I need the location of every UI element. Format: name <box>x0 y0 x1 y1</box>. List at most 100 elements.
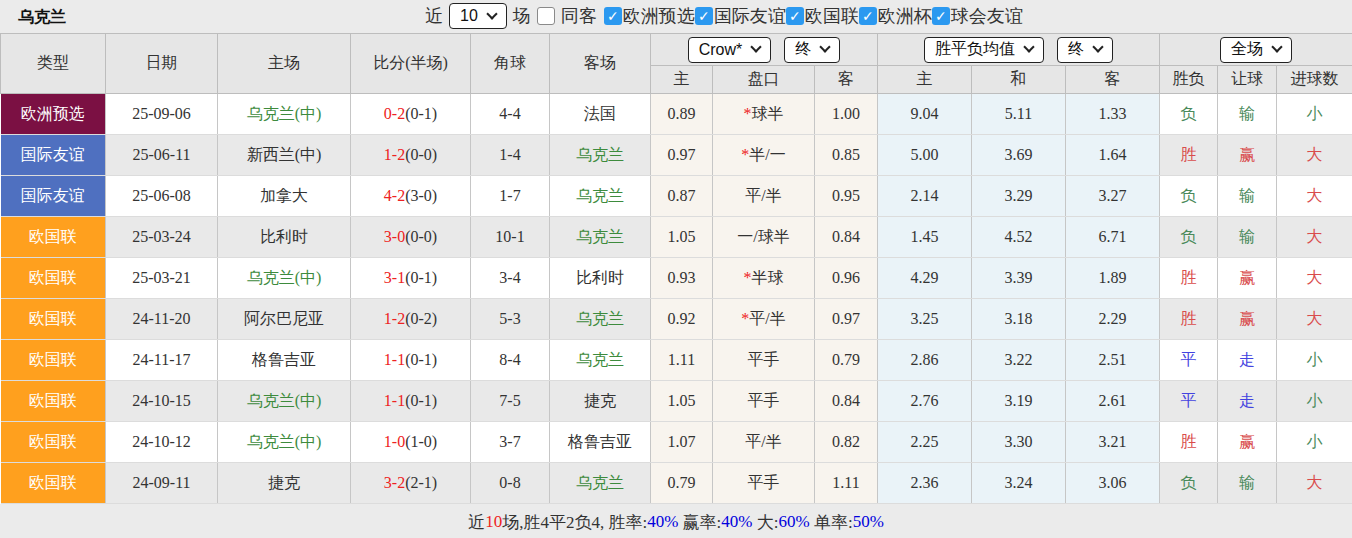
wdl-average-select[interactable]: 胜平负均值 <box>924 37 1044 63</box>
summary-segment-5: 40% <box>721 512 752 532</box>
handicap-odds-away: 0.84 <box>815 217 878 258</box>
result-wdl: 平 <box>1160 340 1218 381</box>
avg-win-odds: 5.00 <box>878 135 972 176</box>
result-handicap: 输 <box>1218 463 1277 504</box>
home-team: 比利时 <box>218 217 351 258</box>
handicap-odds-away: 1.11 <box>815 463 878 504</box>
avg-lose-odds: 3.27 <box>1066 176 1160 217</box>
table-row: 国际友谊25-06-11新西兰(中)1-2(0-0)1-4乌克兰0.97*半/一… <box>1 135 1352 176</box>
home-team: 乌克兰(中) <box>218 381 351 422</box>
avg-win-odds: 2.86 <box>878 340 972 381</box>
away-team: 乌克兰 <box>550 176 651 217</box>
avg-lose-odds: 2.29 <box>1066 299 1160 340</box>
handicap-odds-home: 0.89 <box>651 94 713 135</box>
recent-label: 近 <box>425 4 443 28</box>
handicap-line: *球半 <box>713 94 815 135</box>
match-date: 24-10-12 <box>106 422 218 463</box>
handicap-line: 平手 <box>713 463 815 504</box>
handicap-odds-away: 0.97 <box>815 299 878 340</box>
sub-header-0: 主 <box>651 66 713 94</box>
table-row: 欧国联24-11-17格鲁吉亚1-1(0-1)8-4乌克兰1.11平手0.792… <box>1 340 1352 381</box>
odds-time-select[interactable]: 终 <box>784 37 840 63</box>
filter-controls: 近 10 场 同客 ✓欧洲预选✓国际友谊✓欧国联✓欧洲杯✓球会友谊 <box>425 3 1029 29</box>
col-header-corner: 角球 <box>471 34 550 94</box>
avg-lose-odds: 6.71 <box>1066 217 1160 258</box>
corner-score: 3-7 <box>471 422 550 463</box>
avg-win-odds: 4.29 <box>878 258 972 299</box>
away-team: 乌克兰 <box>550 299 651 340</box>
score: 1-1(0-1) <box>351 340 471 381</box>
match-date: 24-11-20 <box>106 299 218 340</box>
table-row: 欧国联25-03-24比利时3-0(0-0)10-1乌克兰1.05一/球半0.8… <box>1 217 1352 258</box>
result-wdl: 负 <box>1160 217 1218 258</box>
result-goals: 大 <box>1277 463 1352 504</box>
match-type: 欧洲预选 <box>1 94 106 135</box>
table-row: 欧国联24-09-11捷克3-2(2-1)0-8乌克兰0.79平手1.112.3… <box>1 463 1352 504</box>
score: 1-2(0-0) <box>351 135 471 176</box>
col-header-home: 主场 <box>218 34 351 94</box>
score: 3-0(0-0) <box>351 217 471 258</box>
table-row: 欧国联24-11-20阿尔巴尼亚1-2(0-2)5-3乌克兰0.92*平/半0.… <box>1 299 1352 340</box>
sub-header-6: 胜负 <box>1160 66 1218 94</box>
result-wdl: 负 <box>1160 94 1218 135</box>
page-title: 乌克兰 <box>18 7 66 28</box>
wdl-time-select[interactable]: 终 <box>1057 37 1113 63</box>
handicap-odds-home: 1.11 <box>651 340 713 381</box>
result-goals: 大 <box>1277 176 1352 217</box>
chevron-down-icon <box>820 41 831 52</box>
match-type: 欧国联 <box>1 299 106 340</box>
avg-lose-odds: 3.06 <box>1066 463 1160 504</box>
match-date: 25-06-11 <box>106 135 218 176</box>
filter-checkbox-2[interactable]: ✓ <box>786 7 804 25</box>
match-type: 欧国联 <box>1 340 106 381</box>
filter-checkbox-4[interactable]: ✓ <box>932 7 950 25</box>
handicap-odds-home: 0.79 <box>651 463 713 504</box>
handicap-line: 平/半 <box>713 176 815 217</box>
odds-company-select[interactable]: Crow* <box>688 37 772 63</box>
result-goals: 小 <box>1277 340 1352 381</box>
handicap-odds-home: 0.93 <box>651 258 713 299</box>
avg-win-odds: 3.25 <box>878 299 972 340</box>
filter-label-4: 球会友谊 <box>951 4 1023 28</box>
same-away-label: 同客 <box>561 4 597 28</box>
summary-segment-9: 50% <box>853 512 884 532</box>
filter-checkbox-0[interactable]: ✓ <box>604 7 622 25</box>
result-handicap: 走 <box>1218 381 1277 422</box>
matches-table: 类型 日期 主场 比分(半场) 角球 客场 Crow* 终 胜平负均值 终 全场 <box>0 33 1352 504</box>
result-wdl: 胜 <box>1160 422 1218 463</box>
avg-draw-odds: 3.24 <box>972 463 1066 504</box>
avg-draw-odds: 3.22 <box>972 340 1066 381</box>
match-type: 欧国联 <box>1 217 106 258</box>
handicap-odds-home: 1.05 <box>651 217 713 258</box>
period-select[interactable]: 全场 <box>1220 37 1292 63</box>
handicap-odds-away: 0.84 <box>815 381 878 422</box>
score: 1-2(0-2) <box>351 299 471 340</box>
match-type: 欧国联 <box>1 258 106 299</box>
sub-header-2: 客 <box>815 66 878 94</box>
result-goals: 大 <box>1277 299 1352 340</box>
col-header-date: 日期 <box>106 34 218 94</box>
filter-checkbox-1[interactable]: ✓ <box>695 7 713 25</box>
filter-label-3: 欧洲杯 <box>878 4 932 28</box>
corner-score: 3-4 <box>471 258 550 299</box>
sub-header-7: 让球 <box>1218 66 1277 94</box>
home-team: 格鲁吉亚 <box>218 340 351 381</box>
result-goals: 小 <box>1277 94 1352 135</box>
corner-score: 1-4 <box>471 135 550 176</box>
same-away-checkbox[interactable] <box>537 7 555 25</box>
sub-header-3: 主 <box>878 66 972 94</box>
handicap-odds-home: 0.92 <box>651 299 713 340</box>
handicap-line: 平手 <box>713 340 815 381</box>
home-team: 捷克 <box>218 463 351 504</box>
col-header-away: 客场 <box>550 34 651 94</box>
match-date: 24-09-11 <box>106 463 218 504</box>
filter-checkbox-3[interactable]: ✓ <box>859 7 877 25</box>
corner-score: 10-1 <box>471 217 550 258</box>
sub-header-8: 进球数 <box>1277 66 1352 94</box>
recent-count-select[interactable]: 10 <box>449 3 507 29</box>
avg-draw-odds: 4.52 <box>972 217 1066 258</box>
match-type: 国际友谊 <box>1 176 106 217</box>
summary-segment-2: 场,胜4平2负4, 胜率: <box>502 511 647 534</box>
match-type: 国际友谊 <box>1 135 106 176</box>
summary-segment-8: 单率: <box>810 511 853 534</box>
